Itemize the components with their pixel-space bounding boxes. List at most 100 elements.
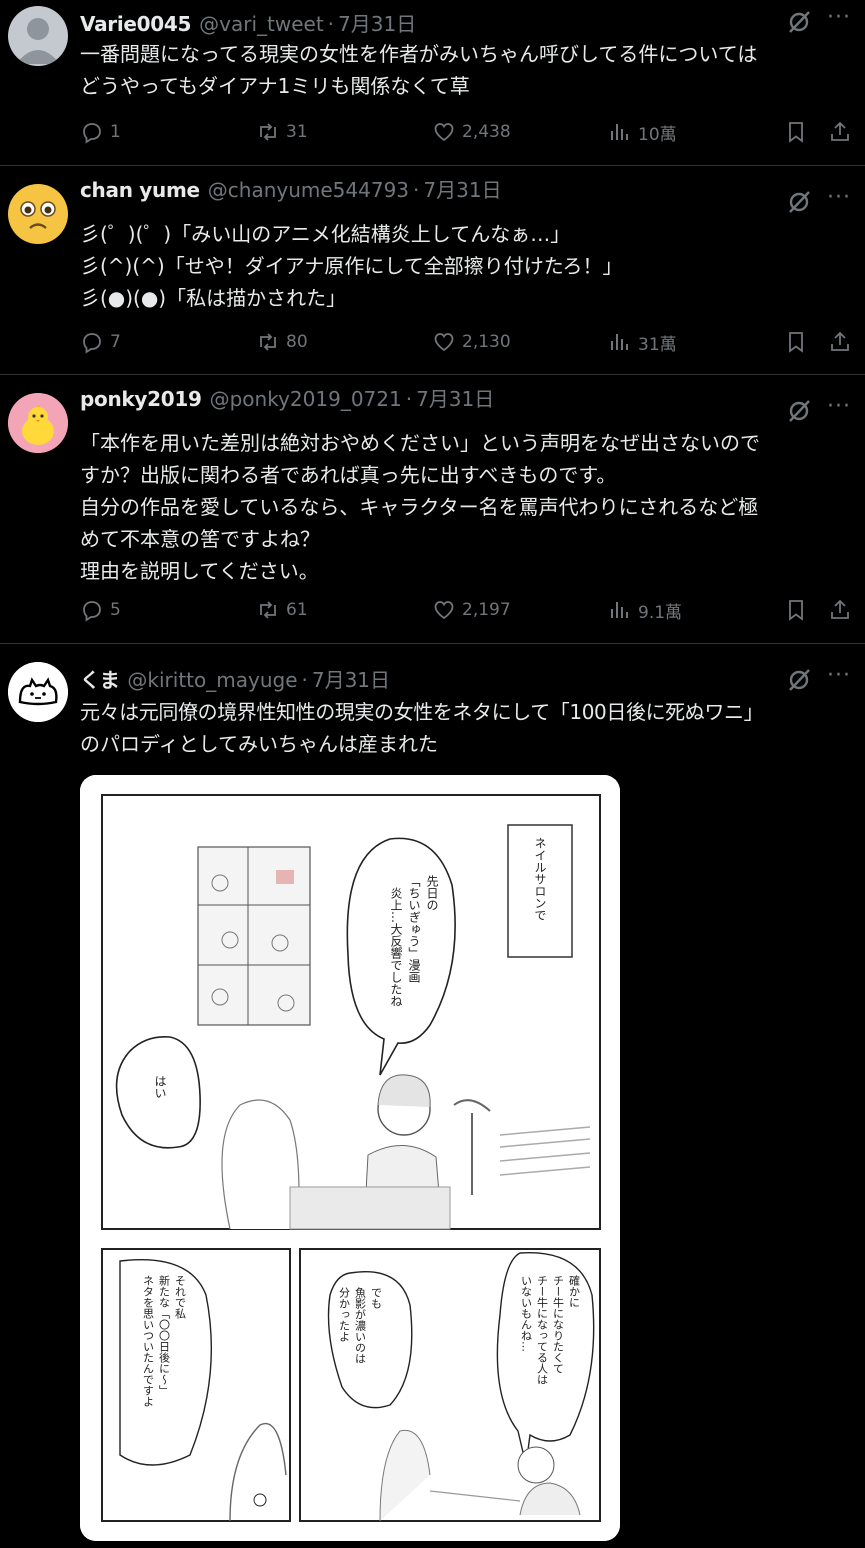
display-name[interactable]: chan yume (80, 178, 200, 202)
retweet-count: 31 (286, 122, 308, 142)
avatar[interactable] (8, 6, 68, 66)
tweet-text-line: 一番問題になってる現実の女性を作者がみいちゃん呼びしてる件については (80, 42, 758, 66)
user-handle[interactable]: @kiritto_mayuge (127, 668, 297, 692)
bookmark-icon (789, 332, 803, 353)
more-options-icon[interactable]: ··· (825, 184, 853, 212)
share-button[interactable] (826, 595, 854, 625)
analytics-icon (611, 124, 628, 140)
action-bar: 1 31 2,438 10萬 (0, 117, 865, 147)
panel-3-right-line-4: いないもんね… (520, 1275, 533, 1352)
display-name[interactable]: くま (80, 664, 120, 693)
separator-dot: · (327, 12, 335, 36)
like-count: 2,130 (462, 332, 511, 352)
retweet-icon (260, 333, 276, 351)
avatar[interactable] (8, 662, 68, 722)
grok-icon[interactable] (785, 188, 813, 216)
more-options-icon[interactable]: ··· (825, 662, 853, 690)
separator-dot: · (405, 387, 413, 411)
view-count: 31萬 (638, 334, 677, 355)
like-button[interactable]: 2,438 (432, 117, 511, 147)
manga-page: ネイルサロンで 先日の 「ちいぎゅう」漫画 炎上…大反響でしたね はい それで私… (80, 775, 620, 1541)
heart-icon (434, 333, 454, 352)
bookmark-button[interactable] (782, 327, 810, 357)
retweet-button[interactable]: 61 (256, 595, 308, 625)
like-count: 2,197 (462, 600, 511, 620)
tweet-text-line: 元々は元同僚の境界性知性の現実の女性をネタにして「100日後に死ぬワニ」 (80, 700, 764, 724)
share-button[interactable] (826, 117, 854, 147)
panel-3-left-line-3: 分かったよ (338, 1287, 351, 1342)
more-options-icon[interactable]: ··· (825, 393, 853, 421)
separator-dot: · (301, 668, 308, 692)
views-button[interactable]: 10萬 (608, 117, 677, 147)
tweet-text: 彡(゜)(゜)「みい山のアニメ化結構炎上してんなぁ…」 彡(^)(^)「せや！ダ… (80, 218, 849, 314)
tweet-text-line: 彡(●)(●)「私は描かされた」 (80, 286, 347, 310)
grok-icon[interactable] (785, 397, 813, 425)
reply-icon (83, 601, 101, 622)
panel-2-line-1: それで私 (174, 1275, 187, 1319)
panel-2-line-2: 新たな「〇〇日後に〜」 (158, 1274, 171, 1396)
views-button[interactable]: 9.1萬 (608, 595, 682, 625)
user-handle[interactable]: @chanyume544793 (208, 178, 409, 202)
view-count: 9.1萬 (638, 602, 683, 623)
bookmark-icon (789, 600, 803, 621)
heart-icon (434, 123, 454, 142)
bookmark-button[interactable] (782, 117, 810, 147)
like-button[interactable]: 2,197 (432, 595, 511, 625)
grok-icon[interactable] (785, 666, 813, 694)
tweet-text-line: のパロディとしてみいちゃんは産まれた (80, 732, 438, 756)
reply-button[interactable]: 5 (80, 595, 121, 625)
reply-icon (83, 123, 101, 144)
post-date[interactable]: 7月31日 (312, 664, 390, 693)
avatar[interactable] (8, 393, 68, 453)
bubble-main-line-3: 炎上…大反響でしたね (389, 887, 403, 1007)
action-bar: 5 61 2,197 9.1萬 (0, 595, 865, 625)
tweet-varie0045[interactable]: Varie0045 @vari_tweet · 7月31日 ··· 一番問題にな… (0, 0, 865, 166)
retweet-button[interactable]: 31 (256, 117, 308, 147)
post-date[interactable]: 7月31日 (338, 8, 416, 37)
more-options-icon[interactable]: ··· (825, 4, 853, 32)
tweet-text-line: めて不本意の筈ですよね？ (80, 527, 320, 551)
reply-icon (83, 333, 101, 354)
reply-count: 7 (110, 332, 121, 352)
panel-3-right-line-1: 確かに (568, 1274, 581, 1308)
share-icon (831, 331, 849, 351)
panel-3-left-line-1: でも (370, 1287, 383, 1309)
avatar[interactable] (8, 184, 68, 244)
tweet-chan-yume[interactable]: chan yume @chanyume544793 · 7月31日 ··· 彡(… (0, 166, 865, 375)
user-handle[interactable]: @vari_tweet (199, 12, 324, 36)
grok-icon[interactable] (785, 8, 813, 36)
tweet-text: 元々は元同僚の境界性知性の現実の女性をネタにして「100日後に死ぬワニ」 のパロ… (80, 696, 849, 760)
like-button[interactable]: 2,130 (432, 327, 511, 357)
separator-dot: · (413, 178, 420, 202)
tweet-media-image[interactable]: ネイルサロンで 先日の 「ちいぎゅう」漫画 炎上…大反響でしたね はい それで私… (80, 775, 620, 1541)
retweet-count: 61 (286, 600, 308, 620)
caption-box-text: ネイルサロンで (533, 837, 547, 921)
tweet-text-line: すか？出版に関わる者であれば真っ先に出すべきものです。 (80, 463, 617, 487)
tweet-text-line: 彡(^)(^)「せや！ダイアナ原作にして全部擦り付けたろ！」 (80, 254, 623, 278)
tweet-text-line: 理由を説明してください。 (80, 559, 319, 583)
post-date[interactable]: 7月31日 (423, 174, 501, 203)
panel-3-left-line-2: 魚影が濃いのは (354, 1287, 367, 1364)
bubble-reply-text: はい (153, 1075, 167, 1099)
tweet-text: 「本作を用いた差別は絶対おやめください」という声明をなぜ出さないので すか？出版… (80, 427, 849, 587)
share-icon (831, 121, 849, 141)
bubble-main-line-2: 「ちいぎゅう」漫画 (407, 875, 421, 983)
reply-button[interactable]: 1 (80, 117, 121, 147)
panel-2-line-3: ネタを思いついたんですよ (142, 1275, 155, 1407)
retweet-icon (260, 601, 276, 619)
display-name[interactable]: ponky2019 (80, 387, 202, 411)
bookmark-icon (789, 122, 803, 143)
post-date[interactable]: 7月31日 (416, 383, 494, 412)
tweet-ponky2019[interactable]: ponky2019 @ponky2019_0721 · 7月31日 ··· 「本… (0, 375, 865, 644)
panel-3-right-line-3: チー牛になってる人は (536, 1275, 549, 1385)
display-name[interactable]: Varie0045 (80, 12, 191, 36)
user-handle[interactable]: @ponky2019_0721 (210, 387, 402, 411)
action-bar: 7 80 2,130 31萬 (0, 327, 865, 357)
views-button[interactable]: 31萬 (608, 327, 677, 357)
reply-button[interactable]: 7 (80, 327, 121, 357)
retweet-icon (260, 123, 276, 141)
bookmark-button[interactable] (782, 595, 810, 625)
retweet-button[interactable]: 80 (256, 327, 308, 357)
share-button[interactable] (826, 327, 854, 357)
tweet-text-line: どうやってもダイアナ1ミリも関係なくて草 (80, 74, 470, 98)
